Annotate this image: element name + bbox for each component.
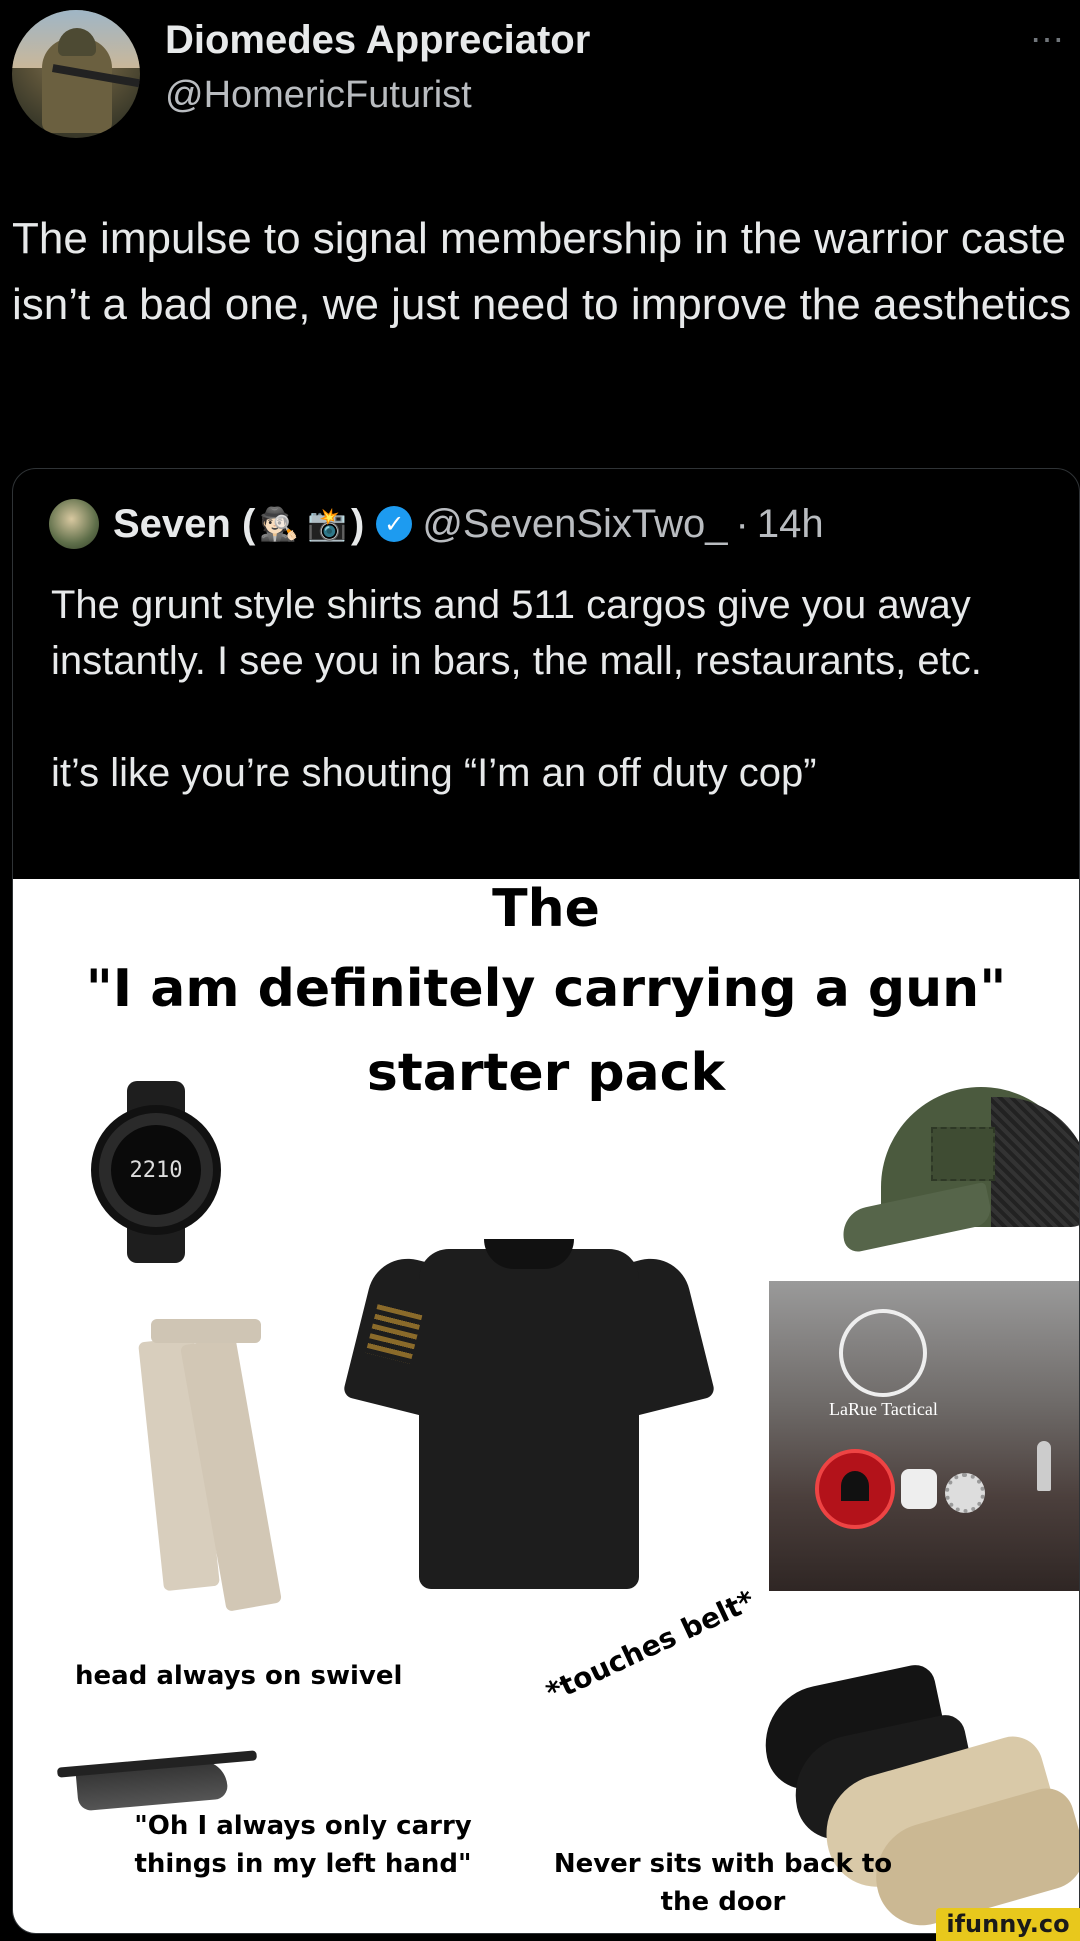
tweet-header: Diomedes Appreciator @HomericFuturist ⋯ — [0, 0, 1080, 140]
meme-title-line-2: "I am definitely carrying a gun" — [85, 959, 1007, 1019]
quoted-paragraph-2: it’s like you’re shouting “I’m an off du… — [51, 751, 817, 795]
quoted-paragraph-1: The grunt style shirts and 511 cargos gi… — [51, 583, 982, 683]
author-handle[interactable]: @HomericFuturist — [165, 74, 472, 117]
quoted-timestamp[interactable]: 14h — [757, 502, 824, 547]
tactical-watch-image: 2210 — [81, 1081, 231, 1263]
cargo-pants-image — [138, 1319, 283, 1619]
caption-swivel: head always on swivel — [75, 1661, 403, 1691]
tweet-text: The impulse to signal membership in the … — [12, 214, 1072, 329]
verified-badge-icon: ✓ — [376, 506, 413, 542]
quoted-body: The grunt style shirts and 511 cargos gi… — [51, 577, 1051, 801]
caption-back-to-door: Never sits with back to the door — [553, 1849, 893, 1917]
trucker-cap-image — [838, 1087, 1079, 1257]
more-options-icon[interactable]: ⋯ — [1030, 20, 1066, 60]
quoted-header: Seven ( 🕵🏻 📸 ) ✓ @SevenSixTwo_ · 14h — [49, 499, 824, 549]
quoted-avatar[interactable] — [49, 499, 99, 549]
quoted-tweet[interactable]: Seven ( 🕵🏻 📸 ) ✓ @SevenSixTwo_ · 14h The… — [12, 468, 1080, 1934]
black-tshirt-image — [342, 1209, 716, 1599]
author-display-name[interactable]: Diomedes Appreciator — [165, 18, 590, 63]
separator-dot: · — [735, 501, 749, 546]
ifunny-watermark: ifunny.co — [936, 1908, 1080, 1941]
meme-title-line-1: The — [492, 879, 600, 939]
caption-touches-belt: *touches belt* — [541, 1583, 760, 1709]
caption-left-hand: "Oh I always only carry things in my lef… — [134, 1811, 472, 1879]
author-avatar[interactable] — [12, 10, 140, 138]
quoted-name-suffix: ) — [350, 501, 365, 546]
meme-image[interactable]: The "I am definitely carrying a gun" sta… — [13, 879, 1079, 1933]
quoted-name-prefix[interactable]: Seven ( — [113, 502, 255, 547]
sunglasses-image — [56, 1749, 258, 1812]
watch-readout: 2210 — [111, 1125, 201, 1215]
larue-tactical-sticker: LaRue Tactical — [829, 1399, 938, 1419]
quoted-handle[interactable]: @SevenSixTwo_ — [422, 502, 727, 547]
detective-emoji-icon: 🕵🏻 — [259, 506, 300, 542]
truck-stickers-image: LaRue Tactical — [769, 1281, 1079, 1591]
camera-flash-emoji-icon: 📸 — [307, 506, 347, 542]
